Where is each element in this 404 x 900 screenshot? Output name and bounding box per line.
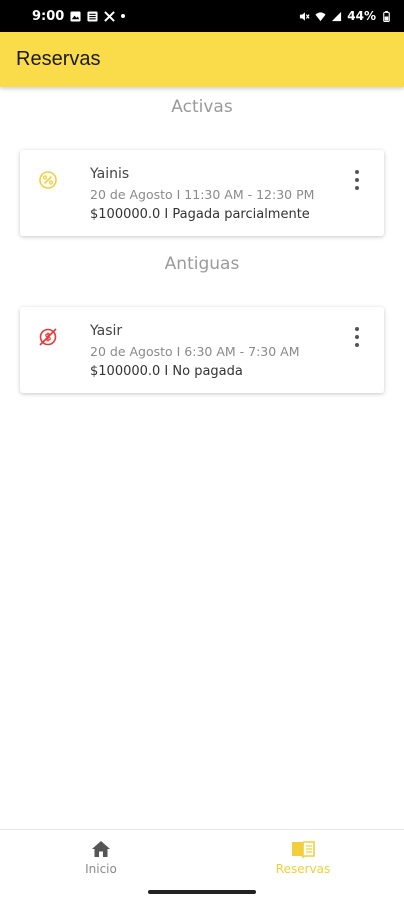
- battery-icon: [383, 10, 390, 22]
- section-title-antiguas: Antiguas: [164, 254, 240, 274]
- reservations-book-icon: [292, 840, 315, 858]
- app-bar: Reservas: [0, 32, 404, 87]
- wifi-icon: [315, 11, 326, 21]
- gesture-handle[interactable]: [148, 890, 256, 894]
- news-icon: [87, 10, 98, 22]
- gallery-icon: [70, 10, 81, 22]
- status-time: 9:00: [32, 8, 65, 24]
- mute-icon: [300, 11, 310, 21]
- reservation-date: 20 de Agosto I 6:30 AM - 7:30 AM: [90, 344, 300, 359]
- reservation-card[interactable]: Yainis 20 de Agosto I 11:30 AM - 12:30 P…: [20, 150, 384, 236]
- client-name: Yasir: [90, 323, 123, 339]
- more-options-icon[interactable]: [350, 170, 364, 190]
- home-icon: [92, 840, 110, 857]
- reservation-card[interactable]: Yasir 20 de Agosto I 6:30 AM - 7:30 AM $…: [20, 307, 384, 393]
- signal-icon: [332, 11, 342, 21]
- partial-payment-icon: [39, 171, 57, 189]
- section-title-activas: Activas: [171, 97, 233, 117]
- nav-item-reservas[interactable]: Reservas: [202, 830, 404, 885]
- dot-icon: [121, 14, 126, 18]
- client-name: Yainis: [90, 166, 130, 182]
- payment-status: $100000.0 I Pagada parcialmente: [90, 207, 310, 222]
- more-options-icon[interactable]: [350, 327, 364, 347]
- nav-label-inicio: Inicio: [85, 861, 117, 876]
- page-title: Reservas: [16, 48, 101, 70]
- payment-status: $100000.0 I No pagada: [90, 364, 243, 379]
- reservation-date: 20 de Agosto I 11:30 AM - 12:30 PM: [90, 187, 315, 202]
- status-bar: 9:00 44%: [0, 0, 404, 32]
- x-icon: [104, 10, 116, 22]
- nav-item-inicio[interactable]: Inicio: [0, 830, 202, 885]
- gesture-area: [0, 885, 404, 900]
- nav-label-reservas: Reservas: [275, 861, 331, 876]
- bottom-navigation: Inicio Reservas: [0, 829, 404, 885]
- battery-percent: 44%: [347, 9, 376, 23]
- not-paid-icon: [39, 328, 57, 346]
